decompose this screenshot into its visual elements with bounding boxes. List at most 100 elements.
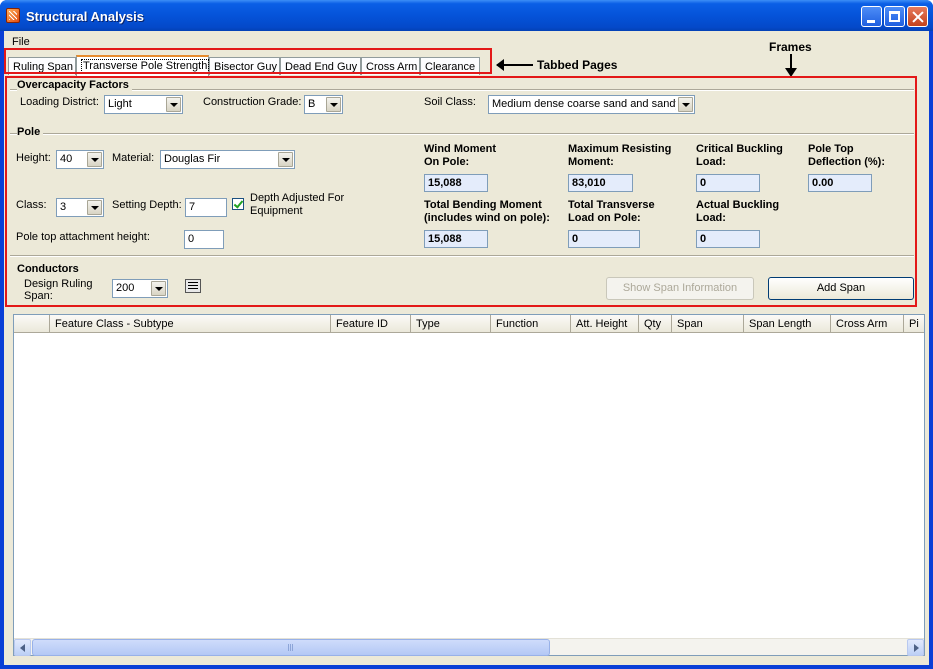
conductors-frame-line xyxy=(10,255,914,257)
tab-label: Cross Arm xyxy=(366,61,418,73)
tab-label: Ruling Span xyxy=(13,61,73,73)
application-window: Structural Analysis File Ruling Span Tra… xyxy=(0,0,933,669)
height-value: 40 xyxy=(60,153,73,165)
tabbed-pages-annotation: Tabbed Pages xyxy=(537,58,618,72)
pole-frame-line xyxy=(10,133,914,135)
column-header-span[interactable]: Span xyxy=(672,315,744,333)
construction-grade-select[interactable]: B xyxy=(304,95,343,114)
scrollbar-thumb[interactable] xyxy=(32,639,550,656)
chevron-down-icon[interactable] xyxy=(278,152,293,167)
span-table[interactable]: Feature Class - Subtype Feature ID Type … xyxy=(13,314,925,656)
total-bending-value: 15,088 xyxy=(424,230,488,248)
close-button[interactable] xyxy=(907,6,928,27)
pole-top-deflection-value: 0.00 xyxy=(808,174,872,192)
tab-cross-arm[interactable]: Cross Arm xyxy=(361,57,420,75)
chevron-down-icon[interactable] xyxy=(87,200,102,215)
maximize-button[interactable] xyxy=(884,6,905,27)
total-bending-label: Total Bending Moment (includes wind on p… xyxy=(424,199,550,225)
critical-buckling-label-line2: Load: xyxy=(696,156,726,168)
column-header-cross-arm[interactable]: Cross Arm xyxy=(831,315,904,333)
left-arrow-icon xyxy=(496,59,533,71)
chevron-down-icon[interactable] xyxy=(166,97,181,112)
column-header-type[interactable]: Type xyxy=(411,315,491,333)
construction-grade-value: B xyxy=(308,98,316,110)
height-label: Height: xyxy=(16,152,51,164)
tab-label: Dead End Guy xyxy=(285,61,358,73)
table-header: Feature Class - Subtype Feature ID Type … xyxy=(14,315,924,333)
app-icon[interactable] xyxy=(6,8,20,23)
column-header-pi[interactable]: Pi xyxy=(904,315,924,333)
wind-moment-label-line1: Wind Moment xyxy=(424,143,496,155)
wind-moment-value: 15,088 xyxy=(424,174,488,192)
max-resisting-label-line1: Maximum Resisting xyxy=(568,143,672,155)
soil-class-value: Medium dense coarse sand and sandy xyxy=(492,98,676,110)
attach-height-input[interactable]: 0 xyxy=(184,230,224,249)
frames-annotation: Frames xyxy=(769,40,812,54)
design-ruling-span-select[interactable]: 200 xyxy=(112,279,168,298)
client-area: File Ruling Span Transverse Pole Strengt… xyxy=(4,31,929,665)
class-select[interactable]: 3 xyxy=(56,198,104,217)
total-bending-label-line1: Total Bending Moment xyxy=(424,199,542,211)
chevron-down-icon[interactable] xyxy=(151,281,166,296)
pole-title: Pole xyxy=(17,126,44,138)
class-label: Class: xyxy=(16,199,47,211)
tab-ruling-span[interactable]: Ruling Span xyxy=(8,57,76,75)
overcapacity-title: Overcapacity Factors xyxy=(17,79,132,91)
soil-class-select[interactable]: Medium dense coarse sand and sandy xyxy=(488,95,695,114)
column-header-feature-id[interactable]: Feature ID xyxy=(331,315,411,333)
depth-adjusted-label-line2: Equipment xyxy=(250,205,303,217)
scroll-left-icon[interactable] xyxy=(14,639,31,656)
show-span-information-button[interactable]: Show Span Information xyxy=(606,277,754,300)
max-resisting-label-line2: Moment: xyxy=(568,156,614,168)
attach-height-label: Pole top attachment height: xyxy=(16,231,150,243)
tab-label: Clearance xyxy=(425,61,476,73)
actual-buckling-value: 0 xyxy=(696,230,760,248)
overcapacity-frame-line xyxy=(10,89,914,91)
tab-dead-end-guy[interactable]: Dead End Guy xyxy=(280,57,361,75)
total-transverse-value: 0 xyxy=(568,230,640,248)
title-bar[interactable]: Structural Analysis xyxy=(0,0,933,31)
scroll-right-icon[interactable] xyxy=(907,639,924,656)
loading-district-select[interactable]: Light xyxy=(104,95,183,114)
design-ruling-span-label-line2: Span: xyxy=(24,290,53,302)
critical-buckling-value: 0 xyxy=(696,174,760,192)
column-header-selector[interactable] xyxy=(14,315,50,333)
wind-moment-label: Wind Moment On Pole: xyxy=(424,143,496,169)
setting-depth-input[interactable]: 7 xyxy=(185,198,227,217)
add-span-button[interactable]: Add Span xyxy=(768,277,914,300)
material-select[interactable]: Douglas Fir xyxy=(160,150,295,169)
chevron-down-icon[interactable] xyxy=(87,152,102,167)
column-header-att-height[interactable]: Att. Height xyxy=(571,315,639,333)
pole-top-deflection-label-line1: Pole Top xyxy=(808,143,854,155)
horizontal-scrollbar[interactable] xyxy=(14,638,924,656)
tab-clearance[interactable]: Clearance xyxy=(420,57,480,75)
tab-bisector-guy[interactable]: Bisector Guy xyxy=(209,57,280,75)
depth-adjusted-checkbox[interactable] xyxy=(232,198,244,210)
actual-buckling-label-line1: Actual Buckling xyxy=(696,199,780,211)
depth-adjusted-label: Depth Adjusted For Equipment xyxy=(250,192,344,218)
critical-buckling-label-line1: Critical Buckling xyxy=(696,143,783,155)
menu-file[interactable]: File xyxy=(12,36,30,48)
design-ruling-span-label: Design Ruling Span: xyxy=(24,278,92,302)
column-header-feature-class[interactable]: Feature Class - Subtype xyxy=(50,315,331,333)
class-value: 3 xyxy=(60,201,67,213)
loading-district-label: Loading District: xyxy=(20,96,99,108)
soil-class-label: Soil Class: xyxy=(424,96,476,108)
design-ruling-span-label-line1: Design Ruling xyxy=(24,278,93,290)
tab-transverse-pole-strength[interactable]: Transverse Pole Strength xyxy=(76,55,210,76)
minimize-button[interactable] xyxy=(861,6,882,27)
column-header-span-length[interactable]: Span Length xyxy=(744,315,831,333)
chevron-down-icon[interactable] xyxy=(678,97,693,112)
tab-label: Bisector Guy xyxy=(214,61,277,73)
chevron-down-icon[interactable] xyxy=(326,97,341,112)
column-header-function[interactable]: Function xyxy=(491,315,571,333)
calculator-icon[interactable] xyxy=(185,279,201,293)
height-select[interactable]: 40 xyxy=(56,150,104,169)
construction-grade-label: Construction Grade: xyxy=(203,96,302,108)
design-ruling-span-value: 200 xyxy=(116,282,135,294)
tab-label: Transverse Pole Strength xyxy=(81,59,210,73)
conductors-title: Conductors xyxy=(17,263,82,275)
loading-district-value: Light xyxy=(108,98,132,110)
depth-adjusted-label-line1: Depth Adjusted For xyxy=(250,192,345,204)
column-header-qty[interactable]: Qty xyxy=(639,315,672,333)
